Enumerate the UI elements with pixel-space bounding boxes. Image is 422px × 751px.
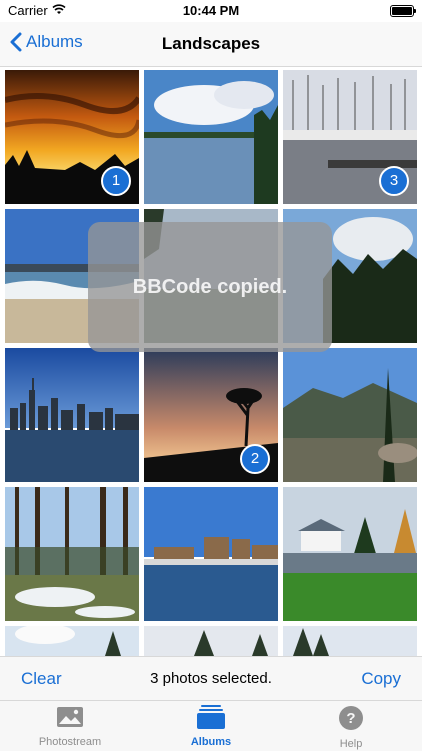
navigation-bar: Albums Landscapes xyxy=(0,22,422,67)
photo-thumbnail-pond-house[interactable] xyxy=(283,487,417,621)
photo-thumbnail-snowy-forest[interactable] xyxy=(5,487,139,621)
photo-thumbnail-clouds-1[interactable] xyxy=(5,626,139,656)
photo-thumbnail-lake-clouds[interactable] xyxy=(144,70,278,204)
photo-thumbnail-city-skyline[interactable] xyxy=(5,348,139,482)
photo-icon xyxy=(57,707,83,727)
photo-thumbnail-marina[interactable]: 3 xyxy=(283,70,417,204)
tab-bar: Photostream Albums ? Help xyxy=(0,700,422,751)
tab-label: Help xyxy=(339,738,363,750)
selection-badge: 3 xyxy=(379,166,409,196)
selection-badge: 1 xyxy=(101,166,131,196)
clock: 10:44 PM xyxy=(182,3,240,18)
photo-thumbnail-sunset[interactable]: 1 xyxy=(5,70,139,204)
page-title: Landscapes xyxy=(161,34,261,53)
svg-text:?: ? xyxy=(346,710,355,727)
toast-message: BBCode copied. xyxy=(132,275,288,298)
status-bar: Carrier 10:44 PM xyxy=(0,0,422,22)
selection-status: 3 photos selected. xyxy=(150,670,272,687)
photo-thumbnail-harbor[interactable] xyxy=(144,487,278,621)
help-icon: ? xyxy=(339,706,363,730)
photo-thumbnail-tree-silhouette[interactable]: 2 xyxy=(144,348,278,482)
tab-label: Albums xyxy=(190,736,232,748)
photo-thumbnail-clouds-2[interactable] xyxy=(144,626,278,656)
photo-thumbnail-clouds-3[interactable] xyxy=(283,626,417,656)
copy-button[interactable]: Copy xyxy=(361,669,401,689)
tab-photostream[interactable]: Photostream xyxy=(0,705,140,748)
toast-notification: BBCode copied. xyxy=(88,222,332,352)
tab-help[interactable]: ? Help xyxy=(281,705,421,750)
tab-albums[interactable]: Albums xyxy=(141,705,281,748)
selection-toolbar: Clear 3 photos selected. Copy xyxy=(0,656,422,701)
albums-icon xyxy=(197,705,225,729)
selection-badge: 2 xyxy=(240,444,270,474)
battery-icon xyxy=(390,5,416,17)
photo-grid: 1 3 2 xyxy=(5,70,417,656)
tab-label: Photostream xyxy=(38,736,102,748)
photo-thumbnail-mountain[interactable] xyxy=(283,348,417,482)
